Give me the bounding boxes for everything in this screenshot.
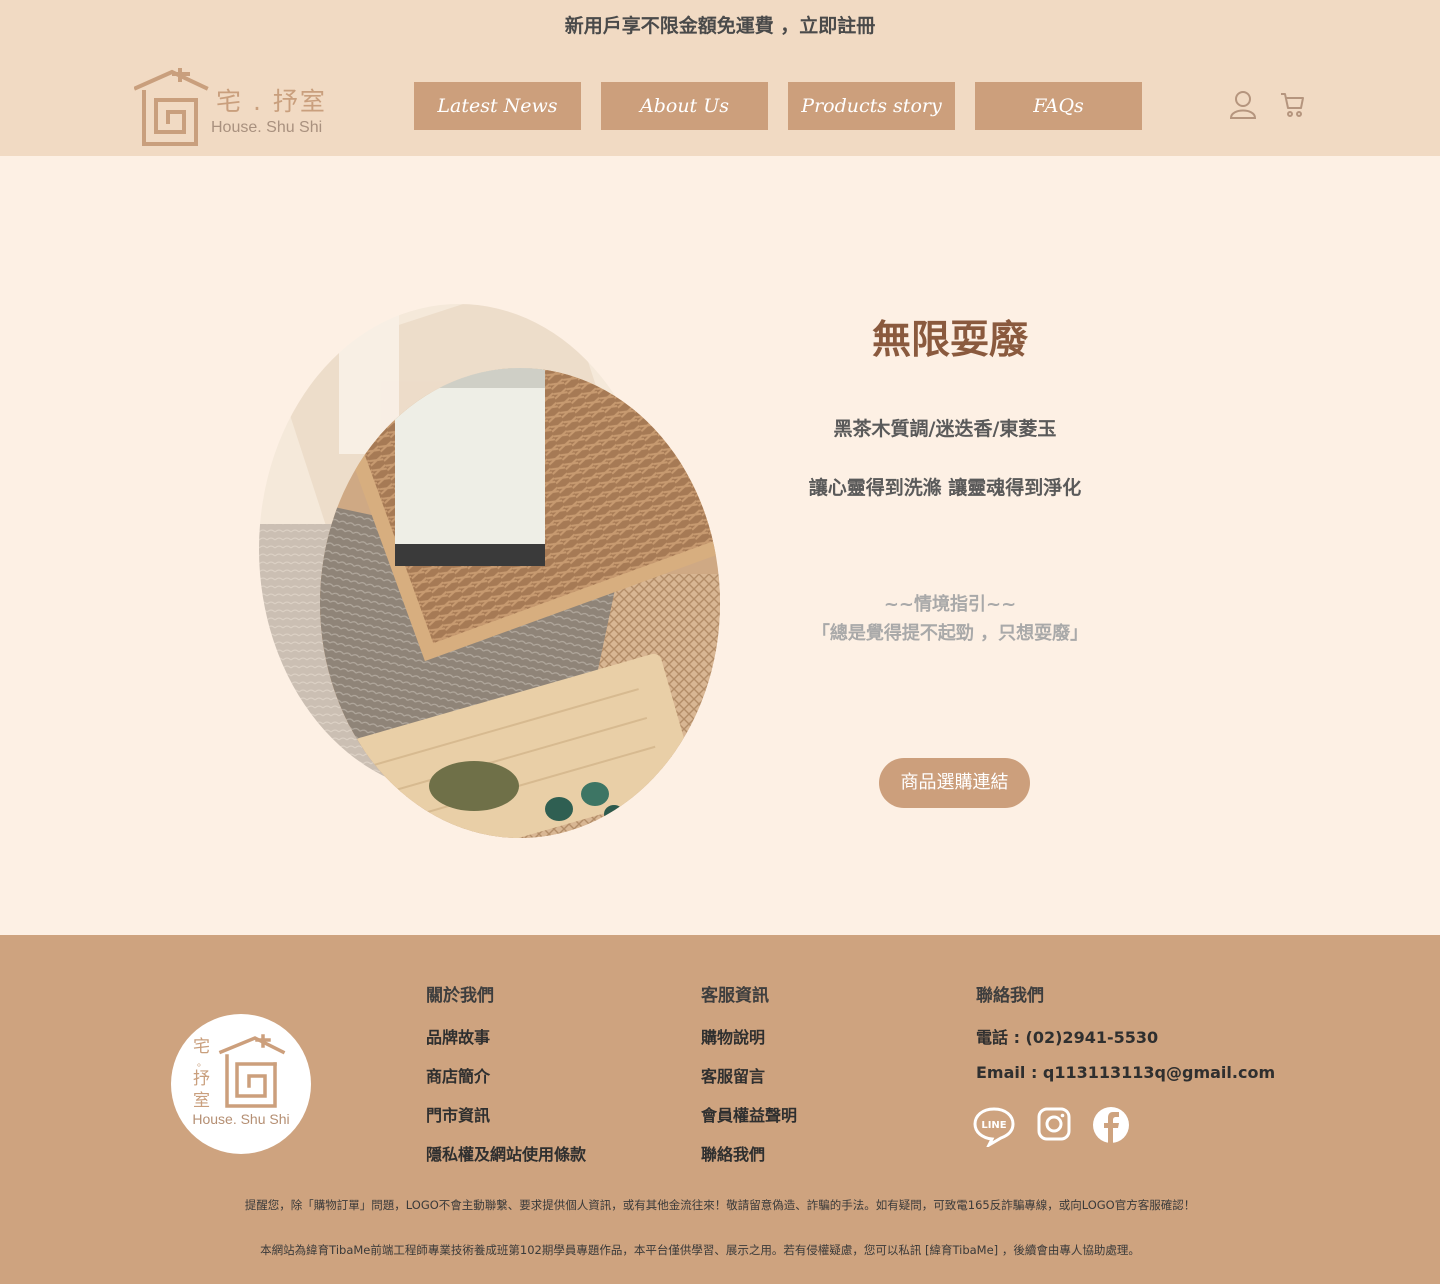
fraud-notice: 提醒您，除「購物訂單」問題，LOGO不會主動聯繫、要求提供個人資訊，或有其他金流… — [244, 1198, 1196, 1212]
house-logo-icon: 宅 。 抒 室 — [193, 1034, 286, 1111]
footer-link-contact-us[interactable]: 聯絡我們 — [701, 1141, 765, 1165]
footer-logo-char: 抒 — [193, 1069, 210, 1089]
footer-service-heading: 客服資訊 — [701, 986, 769, 1006]
footer-link-shopping-guide[interactable]: 購物說明 — [701, 1024, 765, 1048]
brand-name-zh: 宅 . 抒室 — [216, 87, 327, 116]
site-footer: 宅 。 抒 室 House. Shu Shi 關於我們 品牌故事 商店簡介 門市… — [0, 935, 1440, 1284]
nav-latest-news[interactable]: Latest News — [414, 82, 581, 130]
promo-banner[interactable]: 新用戶享不限金額免運費 ，立即註冊 — [0, 0, 1440, 52]
footer-phone: 電話 : (02)2941-5530 — [976, 1028, 1159, 1047]
project-disclaimer: 本網站為緯育TibaMe前端工程師專業技術養成班第102期學員專題作品，本平台僅… — [260, 1243, 1140, 1257]
footer-logo-char: 宅 — [193, 1037, 210, 1057]
user-account-icon[interactable] — [1229, 90, 1257, 120]
footer-contact-heading: 聯絡我們 — [976, 986, 1044, 1006]
footer-email[interactable]: Email : q113113113q@gmail.com — [976, 1063, 1275, 1082]
instagram-icon[interactable] — [1037, 1107, 1071, 1141]
product-title: 無限耍廢 — [871, 318, 1028, 363]
product-notes: 黑茶木質調/迷迭香/東菱玉 — [833, 418, 1057, 440]
product-section: 無限耍廢 黑茶木質調/迷迭香/東菱玉 讓心靈得到洗滌 讓靈魂得到淨化 ~~情境指… — [0, 156, 1440, 935]
product-tagline: 讓心靈得到洗滌 讓靈魂得到淨化 — [808, 477, 1082, 499]
footer-link-store-info[interactable]: 門市資訊 — [426, 1102, 490, 1126]
footer-link-service-message[interactable]: 客服留言 — [701, 1063, 765, 1087]
footer-link-store-intro[interactable]: 商店簡介 — [426, 1063, 490, 1087]
product-buy-button[interactable]: 商品選購連結 — [879, 758, 1030, 808]
shopping-cart-icon[interactable] — [1279, 90, 1305, 120]
nav-products-story[interactable]: Products story — [788, 82, 955, 130]
svg-text:LINE: LINE — [981, 1120, 1006, 1131]
brand-name-en: House. Shu Shi — [211, 119, 323, 136]
footer-link-privacy[interactable]: 隱私權及網站使用條款 — [426, 1141, 586, 1165]
product-photo — [259, 304, 720, 838]
house-logo-icon — [134, 68, 209, 146]
footer-link-member-rights[interactable]: 會員權益聲明 — [701, 1102, 797, 1126]
scene-guide-title: ~~情境指引~~ — [883, 594, 1017, 615]
brand-logo[interactable]: 宅 . 抒室 House. Shu Shi — [134, 66, 334, 150]
footer-logo-char: 室 — [193, 1091, 210, 1111]
facebook-icon[interactable] — [1093, 1107, 1129, 1143]
footer-logo-en: House. Shu Shi — [192, 1111, 290, 1127]
site-header: 宅 . 抒室 House. Shu Shi Latest News About … — [0, 52, 1440, 156]
footer-logo-dot: 。 — [197, 1058, 207, 1069]
footer-logo[interactable]: 宅 。 抒 室 House. Shu Shi — [171, 1014, 311, 1154]
footer-about-heading: 關於我們 — [426, 986, 494, 1006]
scene-guide-text: 「總是覺得提不起勁 ，只想耍廢」 — [811, 623, 1089, 644]
nav-about-us[interactable]: About Us — [601, 82, 768, 130]
nav-faqs[interactable]: FAQs — [975, 82, 1142, 130]
line-icon[interactable]: LINE — [973, 1107, 1015, 1147]
footer-link-brand-story[interactable]: 品牌故事 — [426, 1024, 490, 1048]
